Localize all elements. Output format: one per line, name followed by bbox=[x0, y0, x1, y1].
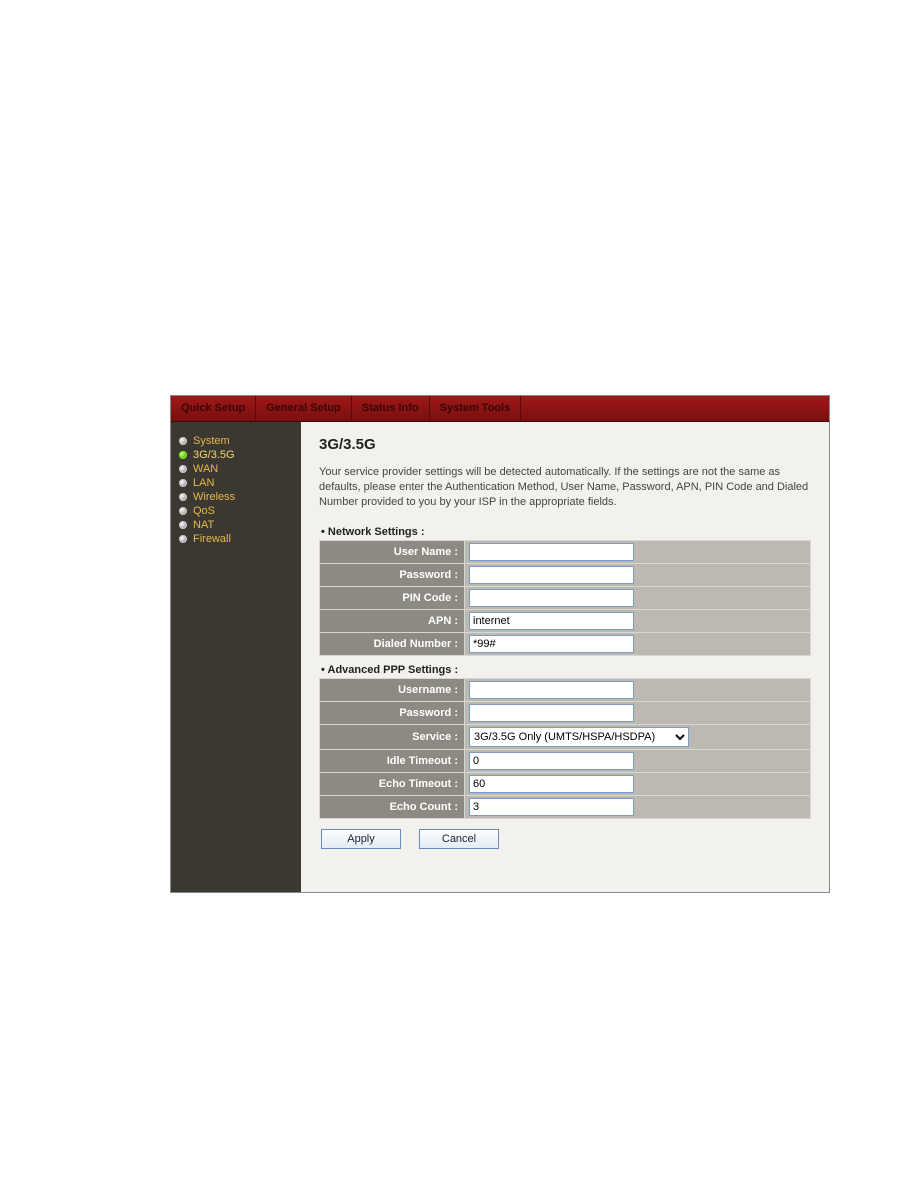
content-pane: 3G/3.5G Your service provider settings w… bbox=[301, 422, 829, 892]
tab-system-tools[interactable]: System Tools bbox=[430, 396, 522, 421]
network-settings-heading: Network Settings : bbox=[321, 526, 811, 538]
bullet-icon bbox=[179, 521, 187, 529]
ppp-password-label: Password : bbox=[320, 701, 465, 724]
service-label: Service : bbox=[320, 724, 465, 749]
dialed-number-label: Dialed Number : bbox=[320, 632, 465, 655]
tab-quick-setup[interactable]: Quick Setup bbox=[171, 396, 256, 421]
idle-timeout-input[interactable] bbox=[469, 752, 634, 770]
sidebar-item-3g[interactable]: 3G/3.5G bbox=[179, 448, 293, 462]
sidebar-item-label: Wireless bbox=[193, 491, 235, 503]
ppp-password-input[interactable] bbox=[469, 704, 634, 722]
sidebar-item-qos[interactable]: QoS bbox=[179, 504, 293, 518]
sidebar-item-label: WAN bbox=[193, 463, 218, 475]
echo-count-label: Echo Count : bbox=[320, 795, 465, 818]
dialed-number-input[interactable] bbox=[469, 635, 634, 653]
sidebar-item-lan[interactable]: LAN bbox=[179, 476, 293, 490]
echo-count-input[interactable] bbox=[469, 798, 634, 816]
echo-timeout-label: Echo Timeout : bbox=[320, 772, 465, 795]
tab-status-info[interactable]: Status Info bbox=[352, 396, 430, 421]
bullet-icon bbox=[179, 479, 187, 487]
page-title: 3G/3.5G bbox=[319, 436, 811, 453]
sidebar-item-system[interactable]: System bbox=[179, 434, 293, 448]
bullet-icon bbox=[179, 493, 187, 501]
idle-timeout-label: Idle Timeout : bbox=[320, 749, 465, 772]
bullet-icon bbox=[179, 437, 187, 445]
ppp-username-label: Username : bbox=[320, 678, 465, 701]
sidebar-item-label: System bbox=[193, 435, 230, 447]
ppp-settings-heading: Advanced PPP Settings : bbox=[321, 664, 811, 676]
sidebar-item-label: NAT bbox=[193, 519, 214, 531]
username-label: User Name : bbox=[320, 540, 465, 563]
apply-button[interactable]: Apply bbox=[321, 829, 401, 849]
echo-timeout-input[interactable] bbox=[469, 775, 634, 793]
sidebar-item-wireless[interactable]: Wireless bbox=[179, 490, 293, 504]
sidebar-item-label: 3G/3.5G bbox=[193, 449, 235, 461]
network-settings-table: User Name : Password : PIN Code : APN : … bbox=[319, 540, 811, 656]
password-label: Password : bbox=[320, 563, 465, 586]
sidebar-item-firewall[interactable]: Firewall bbox=[179, 532, 293, 546]
cancel-button[interactable]: Cancel bbox=[419, 829, 499, 849]
page-description: Your service provider settings will be d… bbox=[319, 465, 811, 510]
bullet-icon bbox=[179, 465, 187, 473]
pincode-input[interactable] bbox=[469, 589, 634, 607]
service-select[interactable]: 3G/3.5G Only (UMTS/HSPA/HSDPA) bbox=[469, 727, 689, 747]
button-row: Apply Cancel bbox=[319, 829, 811, 849]
bullet-icon bbox=[179, 535, 187, 543]
ppp-settings-table: Username : Password : Service : 3G/3.5G … bbox=[319, 678, 811, 819]
pincode-label: PIN Code : bbox=[320, 586, 465, 609]
router-admin-window: Quick Setup General Setup Status Info Sy… bbox=[170, 395, 830, 893]
password-input[interactable] bbox=[469, 566, 634, 584]
sidebar-item-nat[interactable]: NAT bbox=[179, 518, 293, 532]
apn-input[interactable] bbox=[469, 612, 634, 630]
ppp-username-input[interactable] bbox=[469, 681, 634, 699]
sidebar-item-wan[interactable]: WAN bbox=[179, 462, 293, 476]
tab-general-setup[interactable]: General Setup bbox=[256, 396, 352, 421]
bullet-icon bbox=[179, 507, 187, 515]
sidebar: System 3G/3.5G WAN LAN Wireless QoS bbox=[171, 422, 301, 892]
username-input[interactable] bbox=[469, 543, 634, 561]
apn-label: APN : bbox=[320, 609, 465, 632]
sidebar-item-label: QoS bbox=[193, 505, 215, 517]
sidebar-item-label: Firewall bbox=[193, 533, 231, 545]
sidebar-item-label: LAN bbox=[193, 477, 214, 489]
top-nav: Quick Setup General Setup Status Info Sy… bbox=[171, 396, 829, 422]
bullet-icon bbox=[179, 451, 187, 459]
